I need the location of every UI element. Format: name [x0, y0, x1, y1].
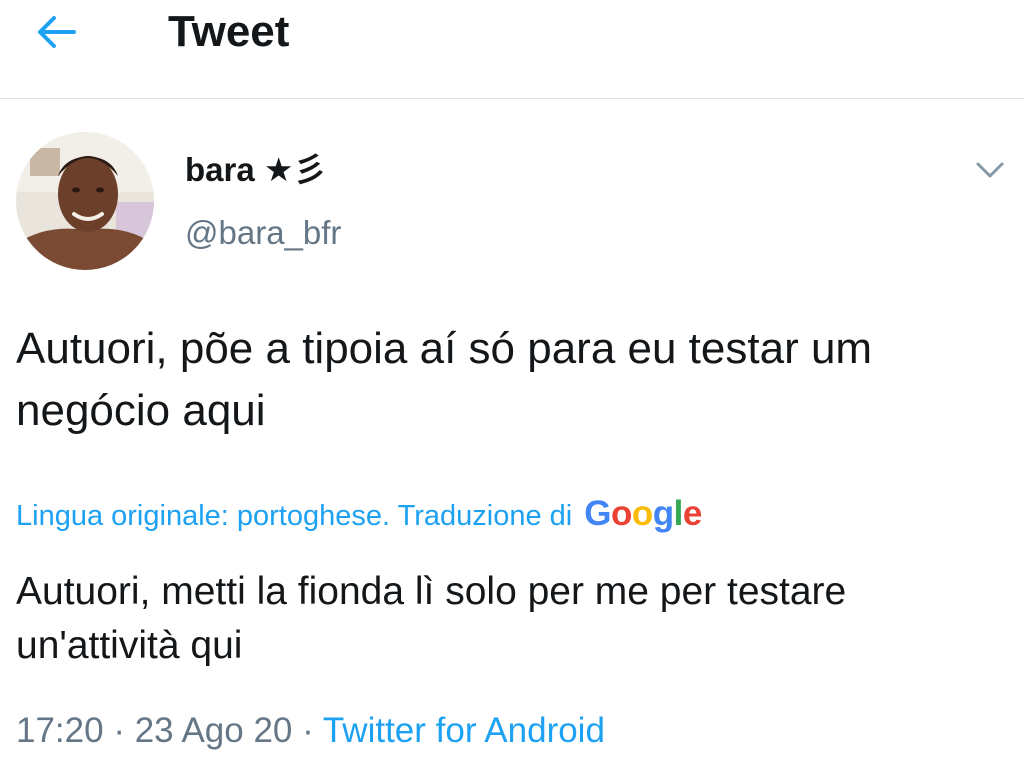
tweet-menu-button[interactable]	[968, 152, 1012, 188]
profile-photo	[16, 132, 154, 270]
avatar[interactable]	[16, 132, 154, 270]
top-app-bar: Tweet	[0, 0, 1024, 99]
author-display-name[interactable]: bara ★彡	[185, 150, 326, 190]
meta-separator: ·	[113, 711, 125, 750]
back-button[interactable]	[28, 10, 84, 54]
tweet-detail-screen: Tweet bara ★彡 @bara_bfr Autuori, põe a t…	[0, 0, 1024, 768]
translated-tweet-body: Autuori, metti la fionda lì solo per me …	[16, 570, 847, 667]
arrow-left-icon	[38, 16, 76, 48]
google-logo: Google	[584, 494, 702, 533]
author-handle[interactable]: @bara_bfr	[185, 213, 341, 253]
translation-label: Lingua originale: portoghese. Traduzione…	[16, 500, 573, 532]
tweet-metadata: 17:20 · 23 Ago 20 · Twitter for Android	[16, 708, 605, 754]
tweet-body: Autuori, põe a tipoia aí só para eu test…	[16, 324, 873, 435]
meta-separator: ·	[302, 711, 314, 750]
chevron-down-icon	[976, 162, 1004, 178]
page-title: Tweet	[168, 7, 290, 56]
translation-attribution[interactable]: Lingua originale: portoghese. Traduzione…	[16, 494, 702, 536]
tweet-date: 23 Ago 20	[134, 711, 293, 750]
tweet-source-link[interactable]: Twitter for Android	[323, 711, 605, 750]
tweet-time: 17:20	[16, 711, 104, 750]
